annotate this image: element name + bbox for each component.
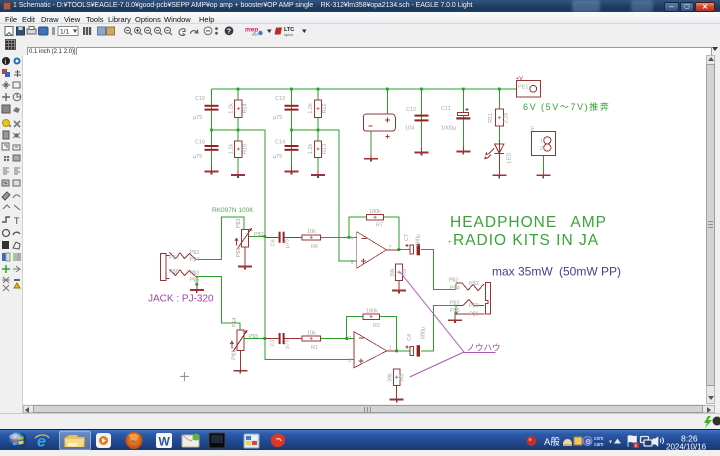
- svg-text:µ75: µ75: [193, 115, 202, 121]
- svg-text:RK097N 100K: RK097N 100K: [212, 207, 254, 214]
- svg-text:C6: C6: [271, 239, 277, 246]
- svg-text:P$3: P$3: [190, 271, 200, 277]
- svg-text:10k: 10k: [307, 331, 316, 337]
- svg-text:A般: A般: [544, 436, 560, 448]
- svg-text:E: E: [531, 127, 535, 133]
- svg-text:2: 2: [540, 146, 543, 152]
- svg-text:P$6: P$6: [469, 312, 479, 318]
- svg-text:?: ?: [227, 28, 231, 35]
- svg-text:1: 1: [540, 139, 543, 145]
- svg-text:1.2k: 1.2k: [308, 103, 314, 114]
- svg-text:P$4: P$4: [450, 286, 460, 292]
- svg-text:P$2: P$2: [449, 278, 459, 284]
- svg-text:T: T: [14, 216, 20, 226]
- svg-text:3: 3: [348, 358, 351, 364]
- svg-text:P$5: P$5: [249, 334, 259, 340]
- svg-text:39k: 39k: [388, 373, 394, 382]
- svg-text:180k: 180k: [366, 309, 378, 315]
- svg-text:P$3: P$3: [450, 301, 460, 307]
- svg-text:1.2k: 1.2k: [229, 103, 235, 114]
- svg-text:R13: R13: [322, 144, 328, 154]
- svg-text:P$5: P$5: [190, 278, 200, 284]
- svg-text:R12: R12: [322, 103, 328, 113]
- svg-text:C1: C1: [270, 339, 276, 346]
- svg-text:P$5: P$5: [450, 308, 460, 314]
- svg-text:+V: +V: [516, 76, 523, 82]
- svg-text:dsn: dsn: [252, 32, 259, 37]
- svg-text:1000µ: 1000µ: [441, 126, 457, 132]
- svg-text:LED: LED: [507, 153, 513, 164]
- svg-text:C11: C11: [441, 106, 451, 112]
- svg-text:max 35mW (50mW PP): max 35mW (50mW PP): [492, 265, 621, 279]
- svg-text:▾: ▾: [609, 440, 612, 446]
- svg-text:C4: C4: [407, 334, 413, 341]
- svg-text:P$4: P$4: [232, 318, 238, 328]
- svg-text:P$2: P$2: [190, 250, 200, 256]
- svg-text:C16: C16: [195, 140, 205, 146]
- svg-text:C15: C15: [195, 96, 205, 102]
- svg-text:µ75: µ75: [193, 154, 202, 160]
- svg-text:JACK : PJ-320: JACK : PJ-320: [148, 294, 214, 305]
- svg-text:6: 6: [351, 236, 354, 242]
- svg-text:39k: 39k: [390, 268, 396, 277]
- svg-text:P$1: P$1: [236, 248, 242, 258]
- svg-text:spice: spice: [284, 32, 294, 37]
- svg-text:+: +: [448, 240, 452, 246]
- svg-text:R2: R2: [373, 323, 380, 329]
- svg-text:P$1: P$1: [232, 350, 238, 360]
- svg-text:1.2k: 1.2k: [308, 144, 314, 155]
- svg-text:P$9: P$9: [469, 303, 479, 309]
- svg-text:HEADPHONE AMP: HEADPHONE AMP: [450, 214, 607, 231]
- svg-text:P$2: P$2: [254, 232, 264, 238]
- svg-text:P$6: P$6: [169, 269, 179, 275]
- svg-text:⚙: ⚙: [585, 438, 591, 446]
- svg-text:6V (5V～7V)推奔: 6V (5V～7V)推奔: [523, 101, 610, 112]
- svg-text:2: 2: [348, 336, 351, 342]
- svg-text:R14: R14: [243, 103, 249, 113]
- svg-text:RADIO KITS IN JA: RADIO KITS IN JA: [453, 232, 599, 249]
- svg-text:µ75: µ75: [285, 339, 291, 348]
- svg-text:µ75: µ75: [285, 239, 291, 248]
- svg-text:C12: C12: [406, 107, 416, 113]
- svg-text:C14: C14: [275, 140, 285, 146]
- svg-text:5: 5: [351, 260, 354, 266]
- svg-text:cam: cam: [594, 442, 603, 448]
- svg-text:P$4: P$4: [190, 257, 200, 263]
- svg-text:7: 7: [389, 246, 392, 252]
- svg-text:C7: C7: [404, 234, 410, 241]
- svg-text:R6: R6: [311, 244, 318, 250]
- svg-text:P$2: P$2: [469, 281, 479, 287]
- svg-text:680µ: 680µ: [415, 233, 421, 246]
- svg-text:10k: 10k: [307, 229, 316, 235]
- svg-text:180k: 180k: [369, 209, 381, 215]
- svg-text:µ75: µ75: [273, 154, 282, 160]
- svg-text:P$4: P$4: [169, 255, 179, 261]
- svg-text:R11: R11: [488, 113, 494, 123]
- svg-text:2.2k: 2.2k: [504, 113, 510, 124]
- svg-text:1/1: 1/1: [60, 29, 69, 36]
- svg-text:R7: R7: [376, 223, 383, 229]
- svg-text:R1: R1: [311, 345, 318, 351]
- svg-text:680µ: 680µ: [420, 326, 426, 339]
- svg-text:1: 1: [389, 346, 392, 352]
- svg-text:µ75: µ75: [273, 115, 282, 121]
- svg-text:ノウハウ: ノウハウ: [467, 343, 501, 353]
- svg-text:R15: R15: [243, 144, 249, 154]
- svg-text:R3: R3: [400, 374, 406, 381]
- svg-text:W: W: [159, 435, 171, 449]
- svg-text:R9: R9: [402, 269, 408, 276]
- svg-text:C13: C13: [275, 96, 285, 102]
- svg-text:P$3: P$3: [236, 219, 242, 229]
- svg-text:PE1: PE1: [518, 85, 528, 91]
- svg-text:1.2k: 1.2k: [229, 144, 235, 155]
- svg-text:104: 104: [405, 126, 414, 132]
